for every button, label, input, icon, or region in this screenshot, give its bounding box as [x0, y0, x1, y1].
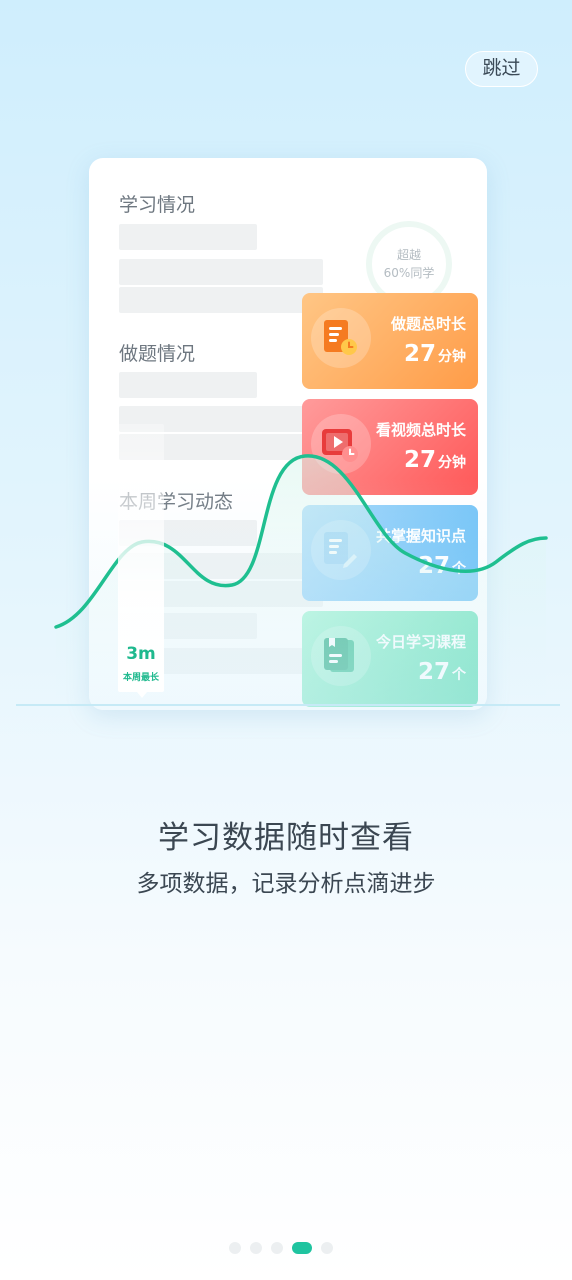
document-pen-icon	[324, 532, 357, 568]
tile-value: 27 分钟	[403, 447, 466, 473]
pagination-dot[interactable]	[229, 1242, 241, 1254]
video-clock-icon	[322, 429, 358, 462]
max-day-marker: 3m 本周最长	[118, 424, 164, 692]
ring-line-2: 60%同学	[383, 266, 435, 280]
tile-label: 共掌握知识点	[375, 527, 466, 545]
placeholder-bar	[119, 372, 257, 398]
tile-value: 27 个	[417, 553, 466, 579]
pagination-dot[interactable]	[250, 1242, 262, 1254]
stat-tile-practice-time: 做题总时长 27 分钟	[302, 293, 478, 389]
pagination-dot-active[interactable]	[292, 1242, 312, 1254]
marker-pointer	[137, 692, 147, 698]
stat-tile-knowledge-points: 共掌握知识点 27 个	[302, 505, 478, 601]
marker-value: 3m	[126, 644, 156, 664]
placeholder-bar	[119, 287, 323, 313]
ring-line-1: 超越	[396, 248, 421, 262]
book-icon	[324, 638, 354, 672]
tile-label: 看视频总时长	[375, 421, 466, 439]
tile-value: 27 分钟	[403, 341, 466, 367]
stat-tile-today-courses: 今日学习课程 27 个	[302, 611, 478, 707]
tile-label: 做题总时长	[390, 315, 466, 333]
tile-label: 今日学习课程	[375, 633, 466, 651]
placeholder-bar	[119, 224, 257, 250]
page-subtitle: 多项数据，记录分析点滴进步	[136, 871, 436, 897]
marker-caption: 本周最长	[122, 673, 159, 683]
document-clock-icon	[324, 320, 357, 355]
pagination-dot[interactable]	[321, 1242, 333, 1254]
section-title-study: 学习情况	[119, 194, 196, 216]
section-title-practice: 做题情况	[119, 343, 196, 365]
tile-value: 27 个	[417, 659, 466, 685]
chart-baseline	[16, 704, 560, 706]
pagination-dots	[229, 1242, 333, 1254]
pagination-dot[interactable]	[271, 1242, 283, 1254]
page-headline: 学习数据随时查看	[158, 820, 414, 856]
skip-button[interactable]: 跳过	[465, 51, 538, 87]
stat-tile-video-time: 看视频总时长 27 分钟	[302, 399, 478, 495]
placeholder-bar	[119, 259, 323, 285]
